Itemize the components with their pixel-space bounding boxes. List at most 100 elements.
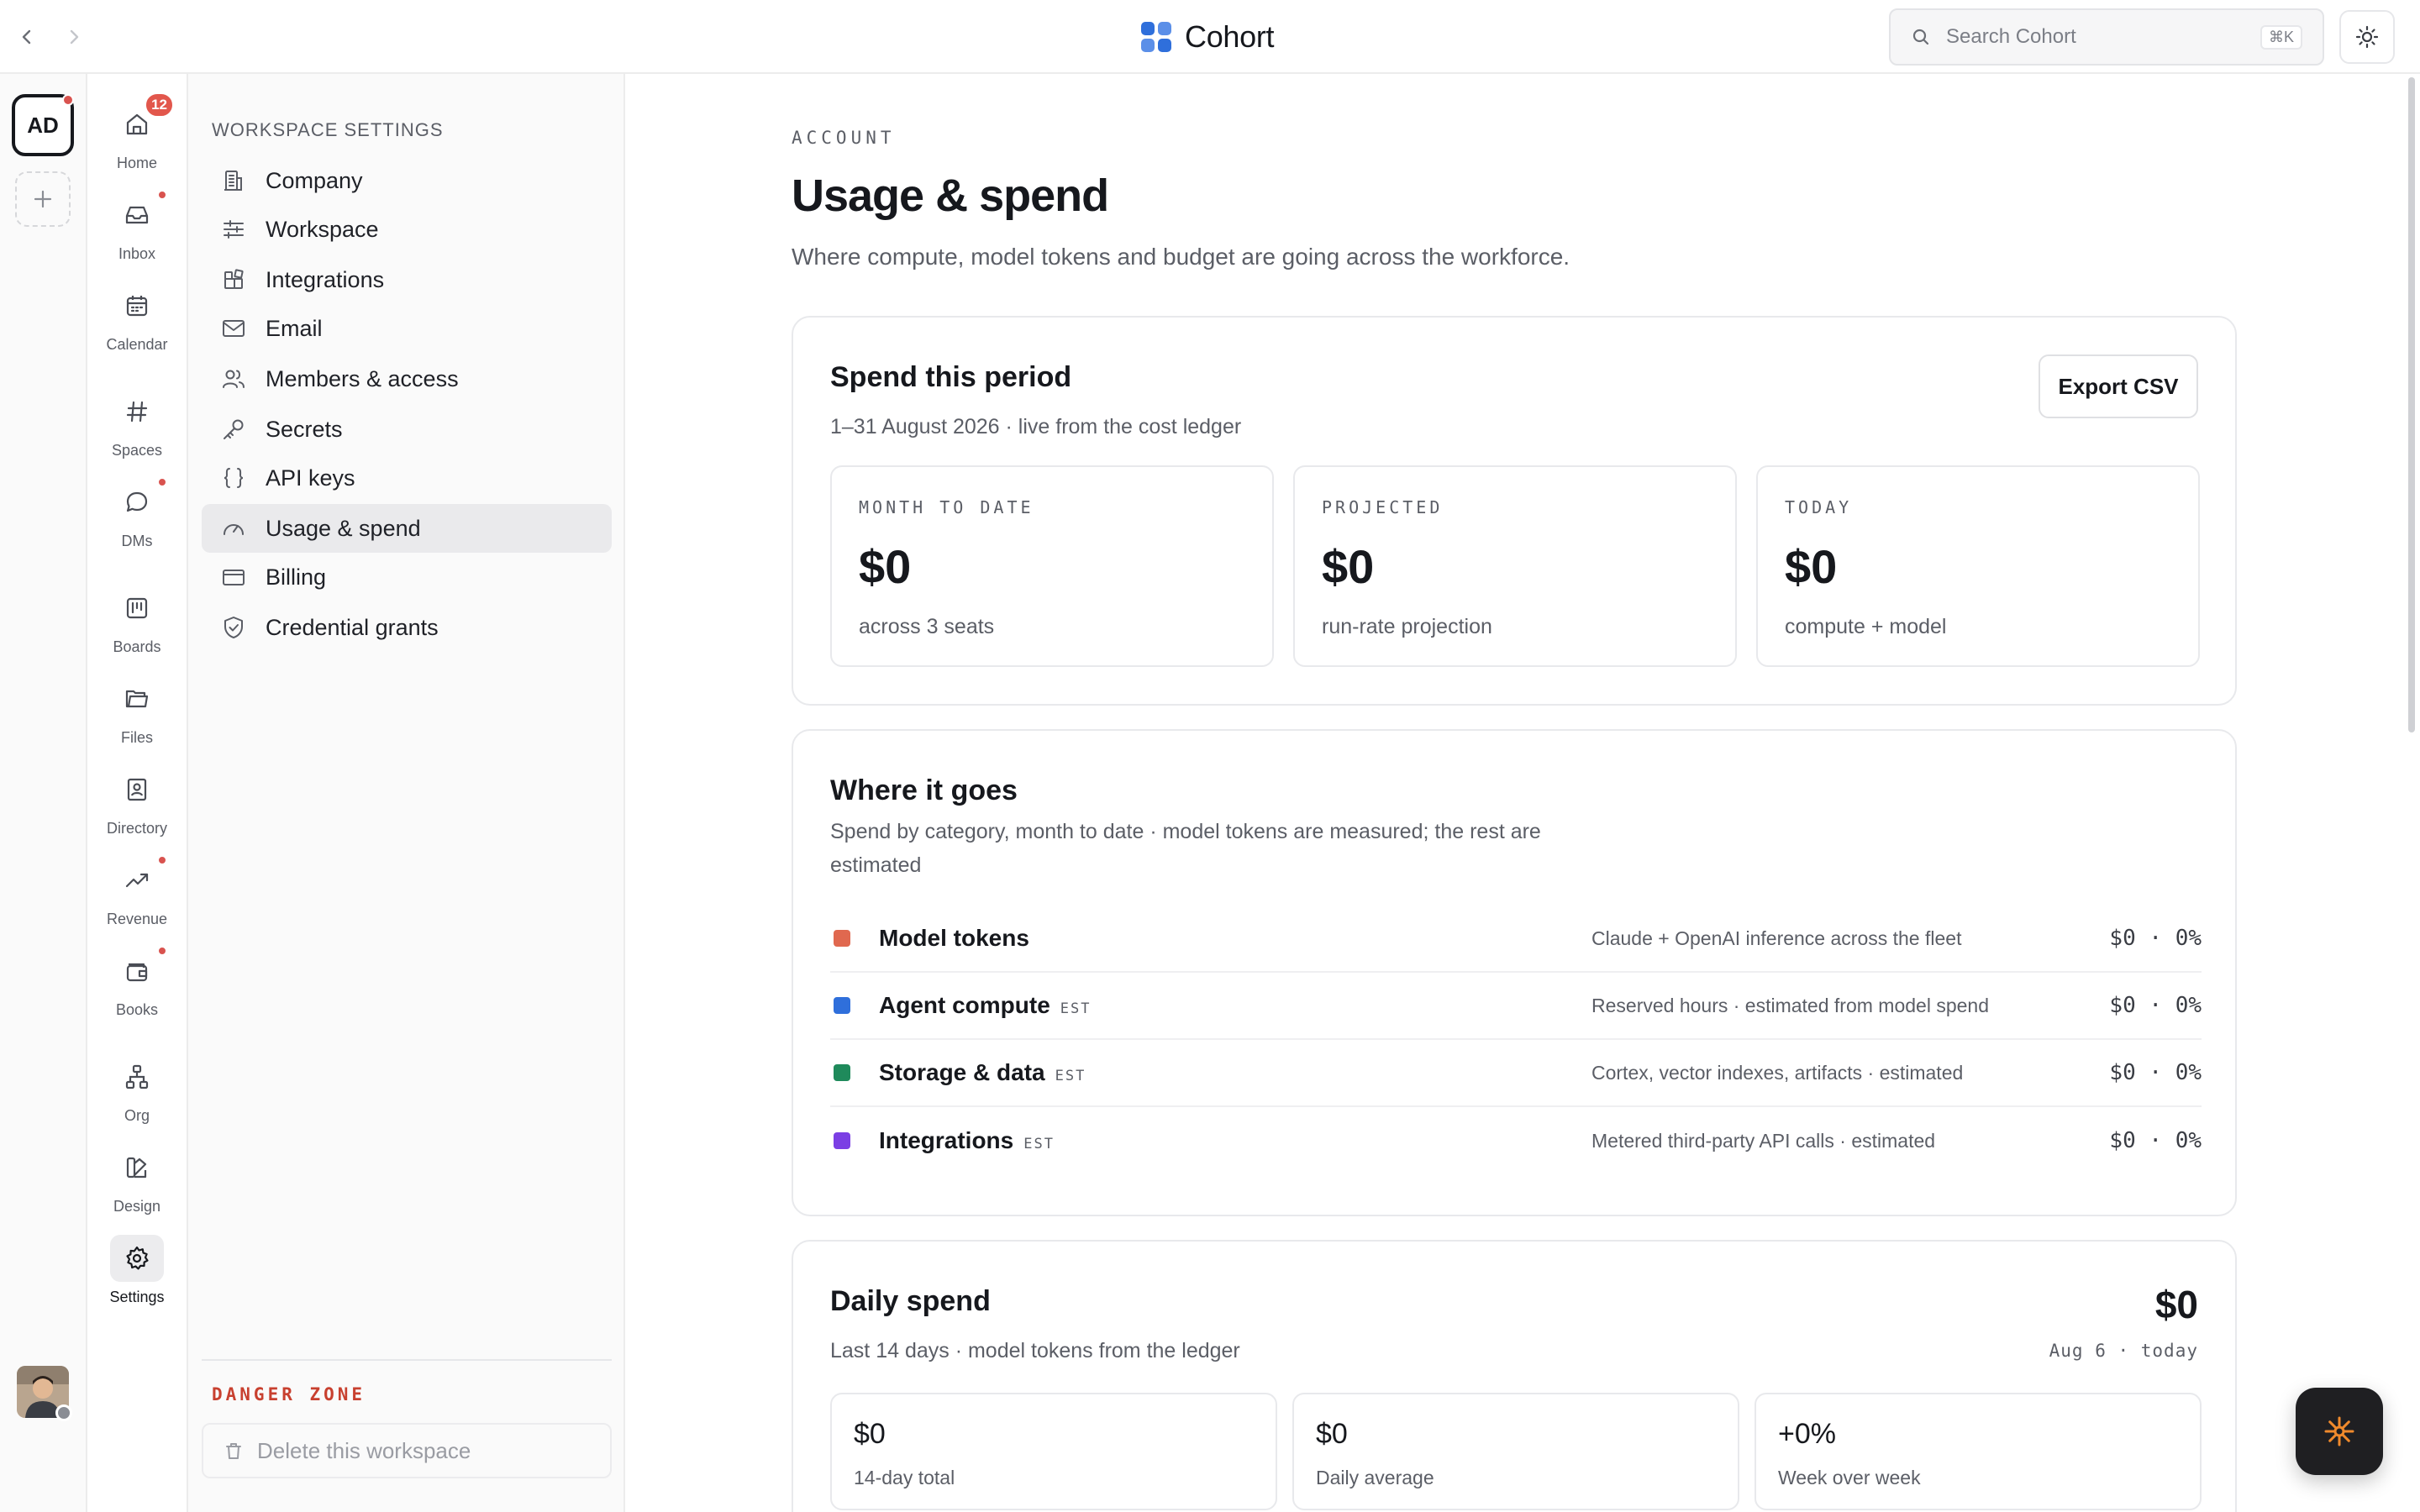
category-value: $0 · 0% xyxy=(2109,993,2202,1018)
blocks-icon xyxy=(220,266,247,293)
daily-stat-label: Week over week xyxy=(1778,1467,1921,1488)
settings-item-usage-spend[interactable]: Usage & spend xyxy=(202,504,612,553)
gauge-icon xyxy=(220,515,247,542)
back-arrow-icon[interactable] xyxy=(10,20,44,54)
settings-item-email[interactable]: Email xyxy=(202,304,612,353)
category-swatch xyxy=(834,997,850,1014)
settings-item-billing[interactable]: Billing xyxy=(202,553,612,601)
delete-workspace-button[interactable]: Delete this workspace xyxy=(202,1423,612,1478)
settings-item-api-keys[interactable]: API keys xyxy=(202,454,612,502)
category-name: Model tokens xyxy=(879,925,1029,951)
settings-item-label: Credential grants xyxy=(266,614,439,640)
page-subtitle: Where compute, model tokens and budget a… xyxy=(792,244,1570,270)
add-workspace-button[interactable] xyxy=(15,171,71,227)
braces-icon xyxy=(220,465,247,491)
sun-icon xyxy=(2354,24,2380,50)
settings-item-secrets[interactable]: Secrets xyxy=(202,405,612,454)
search-icon xyxy=(1911,27,1931,47)
settings-item-integrations[interactable]: Integrations xyxy=(202,255,612,304)
breakdown-row-agent-compute[interactable]: Agent compute EST Reserved hours · estim… xyxy=(830,973,2202,1040)
nav-item-boards[interactable]: Boards xyxy=(87,585,187,656)
stat-note: run-rate projection xyxy=(1322,615,1492,638)
home-icon: 12 xyxy=(110,92,174,148)
wallet-icon xyxy=(110,946,167,995)
nav-label: Boards xyxy=(113,638,161,655)
settings-item-company[interactable]: Company xyxy=(202,156,612,205)
stat-month-to-date: MONTH TO DATE $0 across 3 seats xyxy=(830,465,1274,667)
nav-item-dms[interactable]: DMs xyxy=(87,477,187,550)
stat-value: $0 xyxy=(1322,540,1375,593)
nav-item-inbox[interactable]: Inbox xyxy=(87,190,187,263)
brand[interactable]: Cohort xyxy=(1139,15,1275,59)
breakdown-row-integrations[interactable]: Integrations EST Metered third-party API… xyxy=(830,1107,2202,1174)
page-title: Usage & spend xyxy=(792,171,1109,221)
settings-heading: WORKSPACE SETTINGS xyxy=(212,119,444,140)
main-scrollbar[interactable] xyxy=(2408,77,2415,732)
nav-label: Directory xyxy=(106,820,167,837)
books-notification-dot xyxy=(157,946,167,956)
trash-icon xyxy=(224,1441,244,1461)
plus-icon xyxy=(32,188,54,210)
danger-zone-title: DANGER ZONE xyxy=(212,1384,366,1404)
breakdown-row-model-tokens[interactable]: Model tokens Claude + OpenAI inference a… xyxy=(830,906,2202,973)
cohort-logo-icon xyxy=(1139,20,1173,54)
mail-icon xyxy=(220,315,247,342)
nav-item-design[interactable]: Design xyxy=(87,1144,187,1215)
nav-item-org[interactable]: Org xyxy=(87,1053,187,1125)
workspace-avatar[interactable]: AD xyxy=(12,94,74,156)
stat-label: MONTH TO DATE xyxy=(859,497,1034,517)
daily-stat-label: 14-day total xyxy=(854,1467,955,1488)
category-value: $0 · 0% xyxy=(2109,926,2202,951)
palette-icon xyxy=(110,1144,164,1191)
stat-note: compute + model xyxy=(1785,615,1947,638)
breakdown-subtitle-line1: Spend by category, month to date · model… xyxy=(830,820,1541,843)
breakdown-row-storage-data[interactable]: Storage & data EST Cortex, vector indexe… xyxy=(830,1040,2202,1107)
settings-item-label: Email xyxy=(266,315,323,341)
theme-toggle-button[interactable] xyxy=(2339,10,2395,64)
nav-item-books[interactable]: Books xyxy=(87,946,187,1019)
estimate-tag: EST xyxy=(1055,1068,1086,1084)
nav-item-revenue[interactable]: Revenue xyxy=(87,855,187,928)
workspace-initials: AD xyxy=(27,112,59,138)
top-bar: Cohort Search Cohort ⌘K xyxy=(0,0,2420,74)
home-unread-badge: 12 xyxy=(145,92,174,118)
daily-stat-value: $0 xyxy=(854,1418,886,1450)
delete-workspace-label: Delete this workspace xyxy=(257,1437,471,1463)
settings-sidebar: WORKSPACE SETTINGS Company Workspace Int… xyxy=(188,74,625,1512)
revenue-notification-dot xyxy=(157,855,167,865)
nav-label: Books xyxy=(115,1001,159,1018)
chat-bubble-icon xyxy=(110,477,167,526)
nav-item-spaces[interactable]: Spaces xyxy=(87,388,187,459)
settings-item-credential-grants[interactable]: Credential grants xyxy=(202,603,612,652)
forward-arrow-icon[interactable] xyxy=(57,20,91,54)
breakdown-card: Where it goes Spend by category, month t… xyxy=(792,729,2237,1216)
category-description: Reserved hours · estimated from model sp… xyxy=(1591,994,1989,1016)
folder-icon xyxy=(110,675,164,722)
inbox-notification-dot xyxy=(157,190,167,200)
nav-item-directory[interactable]: Directory xyxy=(87,766,187,837)
hash-icon xyxy=(110,388,164,435)
breakdown-title: Where it goes xyxy=(830,774,1018,806)
calendar-icon xyxy=(110,282,164,329)
trend-up-icon xyxy=(110,855,167,904)
settings-item-label: Billing xyxy=(266,564,327,590)
export-csv-button[interactable]: Export CSV xyxy=(2039,354,2198,418)
nav-label: Org xyxy=(124,1107,150,1124)
key-icon xyxy=(220,416,247,443)
nav-item-calendar[interactable]: Calendar xyxy=(87,282,187,354)
presence-status-dot xyxy=(55,1404,72,1421)
category-name: Integrations xyxy=(879,1127,1014,1153)
credit-card-icon xyxy=(220,564,247,591)
settings-item-members[interactable]: Members & access xyxy=(202,354,612,403)
workspace-notification-dot xyxy=(62,94,74,106)
nav-item-files[interactable]: Files xyxy=(87,675,187,747)
assistant-fab-button[interactable] xyxy=(2296,1388,2383,1475)
nav-item-home[interactable]: 12 Home xyxy=(87,92,187,172)
dms-notification-dot xyxy=(157,477,167,487)
stat-today: TODAY $0 compute + model xyxy=(1756,465,2200,667)
settings-item-workspace[interactable]: Workspace xyxy=(202,205,612,254)
search-input[interactable]: Search Cohort ⌘K xyxy=(1889,8,2324,66)
gear-icon xyxy=(110,1235,164,1282)
nav-item-settings[interactable]: Settings xyxy=(87,1235,187,1306)
spend-period-card: Spend this period 1–31 August 2026 · liv… xyxy=(792,316,2237,706)
